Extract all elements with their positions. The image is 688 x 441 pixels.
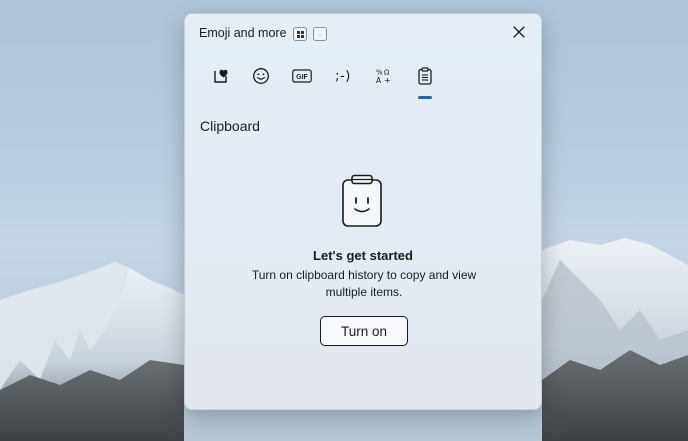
tab-gif[interactable]: GIF [286, 60, 318, 92]
gif-icon-label: GIF [296, 74, 308, 81]
period-key: . [313, 27, 327, 41]
symbols-icon: % Ω A + [376, 69, 391, 86]
heart-sticker-icon [214, 69, 228, 83]
tab-clipboard[interactable] [409, 60, 441, 99]
tab-emoji[interactable] [245, 60, 277, 92]
win-key-icon [293, 27, 307, 41]
close-icon [513, 26, 525, 38]
tab-kaomoji[interactable]: ;-) [327, 60, 359, 92]
gif-icon: GIF [292, 69, 312, 83]
section-title: Clipboard [200, 118, 260, 134]
period-key-label: . [318, 29, 322, 38]
smiley-icon [253, 68, 269, 84]
empty-state-description: Turn on clipboard history to copy and vi… [251, 268, 477, 299]
close-button[interactable] [507, 20, 531, 44]
tab-favorites[interactable] [205, 60, 237, 92]
selected-tab-indicator [418, 96, 432, 99]
empty-state-heading: Let's get started [313, 248, 413, 263]
clipboard-icon [418, 67, 432, 85]
kaomoji-icon: ;-) [335, 68, 351, 84]
svg-text:+: + [384, 76, 391, 85]
turn-on-button[interactable]: Turn on [320, 316, 408, 346]
svg-text:A: A [376, 76, 382, 85]
tab-symbols[interactable]: % Ω A + [368, 60, 400, 92]
clipboard-smiley-icon [342, 174, 382, 227]
panel-title: Emoji and more [199, 26, 287, 40]
emoji-panel: Emoji and more . GIF ;-) % Ω A + Clipboa… [184, 13, 542, 410]
